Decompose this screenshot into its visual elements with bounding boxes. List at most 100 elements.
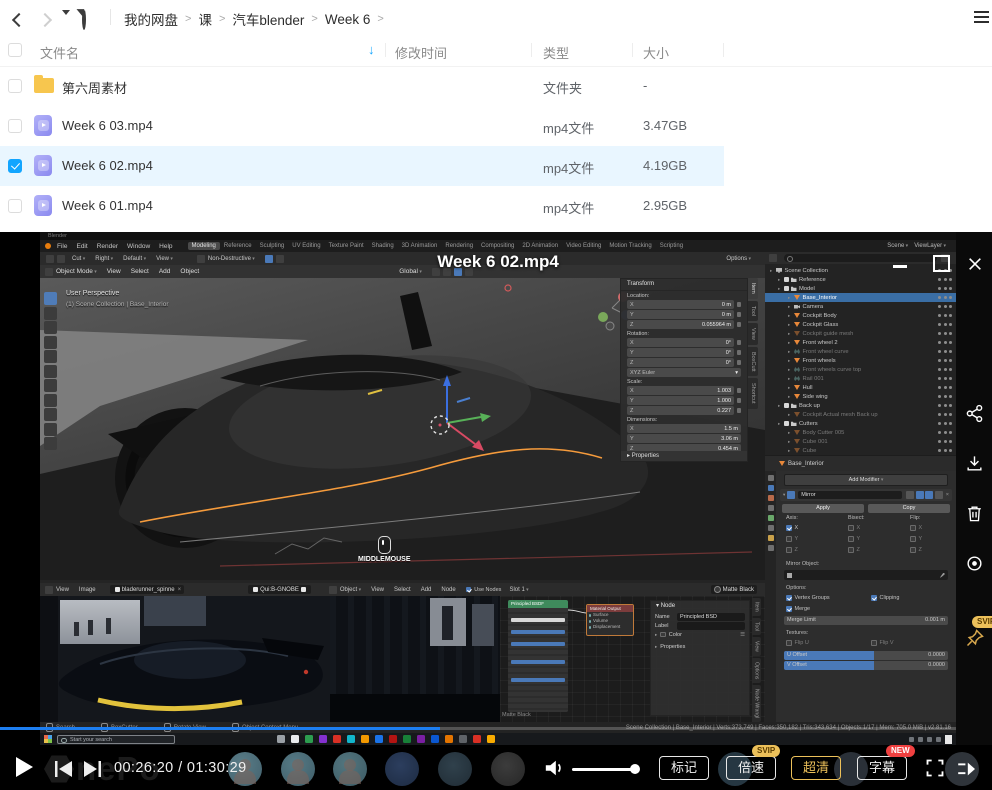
keycast-chip: Qui:B-GNOBE [248, 585, 311, 594]
volume-icon[interactable] [543, 758, 565, 778]
record-icon[interactable] [965, 554, 984, 573]
row-checkbox[interactable] [8, 159, 22, 173]
refresh-button[interactable] [82, 11, 86, 29]
spinner-car-sketch [40, 630, 330, 722]
app-icon [319, 735, 327, 743]
datablock-icon [791, 277, 797, 282]
play-button[interactable] [16, 757, 33, 777]
outliner-item: ▸ Cockpit Actual mesh Back up [765, 410, 956, 419]
blender-topbar: FileEditRenderWindowHelp ModelingReferen… [40, 240, 956, 252]
table-row[interactable]: Week 6 02.mp4 mp4文件 4.19GB [0, 146, 724, 186]
sort-desc-icon[interactable]: ↓ [368, 42, 375, 57]
breadcrumb-item[interactable]: 汽车blender [232, 9, 304, 29]
table-row[interactable]: Week 6 03.mp4 mp4文件 3.47GB [0, 106, 724, 146]
datablock-icon [794, 412, 800, 417]
expand-icon: ▸ [788, 349, 794, 355]
expand-icon: ▸ [788, 439, 794, 445]
windows-taskbar: Start your search [40, 733, 956, 745]
download-icon[interactable] [965, 454, 984, 473]
minimize-button[interactable] [893, 265, 907, 268]
row-checkbox[interactable] [8, 79, 22, 93]
table-row[interactable]: 第六周素材 文件夹 - [0, 66, 724, 106]
breadcrumb-item[interactable]: 课 [198, 9, 212, 29]
node-panel-title: Node [661, 603, 675, 609]
avatar [281, 752, 315, 786]
expand-icon: ▸ [788, 322, 794, 328]
outliner-item-label: Cutters [799, 421, 818, 427]
flip-v-checkbox: Flip V [871, 640, 894, 646]
video-letterbox [0, 232, 40, 745]
trash-icon[interactable] [965, 504, 984, 523]
file-name[interactable]: Week 6 02.mp4 [62, 158, 153, 173]
outliner-item-label: Cube 001 [803, 439, 828, 445]
fullscreen-icon[interactable] [925, 758, 945, 778]
outliner-item-label: Rail 001 [803, 376, 824, 382]
outliner-item: ▸ Front wheel 2 [765, 338, 956, 347]
datablock-icon [794, 358, 800, 363]
select-all-checkbox[interactable] [8, 43, 22, 57]
expand-icon: ▸ [788, 448, 794, 454]
breadcrumb-item[interactable]: 我的网盘 [124, 9, 178, 29]
restrict-icons [938, 377, 956, 380]
mark-button[interactable]: 标记 [659, 756, 709, 780]
file-name[interactable]: 第六周素材 [62, 78, 127, 97]
outliner-item: ▸ Base_Interior [765, 293, 956, 302]
scale-field: Z 0.227 [627, 406, 741, 415]
miniplayer-icon[interactable] [957, 761, 977, 777]
volume-slider[interactable] [572, 768, 636, 771]
new-badge: NEW [886, 745, 915, 757]
menu-button[interactable] [974, 8, 989, 26]
previous-button[interactable] [54, 760, 74, 778]
breadcrumb-item[interactable]: Week 6 [325, 12, 371, 27]
axis-label: Z [630, 408, 633, 414]
row-checkbox[interactable] [8, 119, 22, 133]
options-label: Options: [786, 585, 806, 591]
flip-u-checkbox: Flip U [786, 640, 809, 646]
subtitle-button[interactable]: 字幕 [857, 756, 907, 780]
seek-bar[interactable] [0, 727, 956, 730]
app-icon [347, 735, 355, 743]
history-dropdown[interactable] [62, 15, 70, 33]
next-button[interactable] [82, 760, 102, 778]
maximize-button[interactable] [933, 255, 950, 272]
row-checkbox[interactable] [8, 199, 22, 213]
location-field: Y0 m [627, 310, 741, 319]
share-icon[interactable] [965, 404, 984, 423]
datablock-icon [791, 403, 797, 408]
axis-label: Z [630, 360, 633, 366]
outliner-item: ▸ Front wheel curve [765, 347, 956, 356]
video-surface[interactable]: Blender FileEditRenderWindowHelp Modelin… [40, 232, 956, 745]
speed-button[interactable]: 倍速 [726, 756, 776, 780]
breadcrumb-separator: > [219, 13, 225, 25]
volume-knob[interactable] [630, 764, 640, 774]
pin-icon[interactable] [965, 628, 985, 648]
video-file-icon [34, 155, 52, 176]
column-header-modified[interactable]: 修改时间 [395, 43, 447, 62]
axis-label: Y [630, 350, 634, 356]
eyedropper-icon [940, 573, 945, 578]
file-name[interactable]: Week 6 03.mp4 [62, 118, 153, 133]
outliner-item-label: Front wheels [803, 358, 836, 364]
axis-value: 0.227 [717, 408, 731, 414]
scale-field: Y1.000 [627, 396, 741, 405]
back-button[interactable] [14, 12, 24, 30]
expand-icon: ▸ [788, 412, 794, 418]
column-header-name[interactable]: 文件名 [40, 43, 79, 62]
quality-button[interactable]: 超清 [791, 756, 841, 780]
rotation-field: Z0° [627, 358, 741, 367]
collection-checkbox [784, 421, 789, 426]
outliner-item-label: Camera [803, 304, 824, 310]
file-name[interactable]: Week 6 01.mp4 [62, 198, 153, 213]
close-button[interactable] [967, 256, 983, 272]
shader-node-editor: Principled BSDF Material Output SurfaceV… [500, 596, 765, 722]
column-header-size[interactable]: 大小 [643, 43, 669, 62]
menu-item: Add [421, 587, 432, 593]
forward-button[interactable] [40, 12, 50, 30]
menu-item: File [57, 243, 67, 250]
workspace-tab: Sculpting [256, 242, 289, 250]
file-type: mp4文件 [543, 158, 594, 177]
properties-editor: Add Modifier ▾ Mirror × Apply Copy [765, 471, 956, 723]
forward-icon [38, 13, 52, 27]
column-header-type[interactable]: 类型 [543, 43, 569, 62]
table-row[interactable]: Week 6 01.mp4 mp4文件 2.95GB [0, 186, 724, 226]
